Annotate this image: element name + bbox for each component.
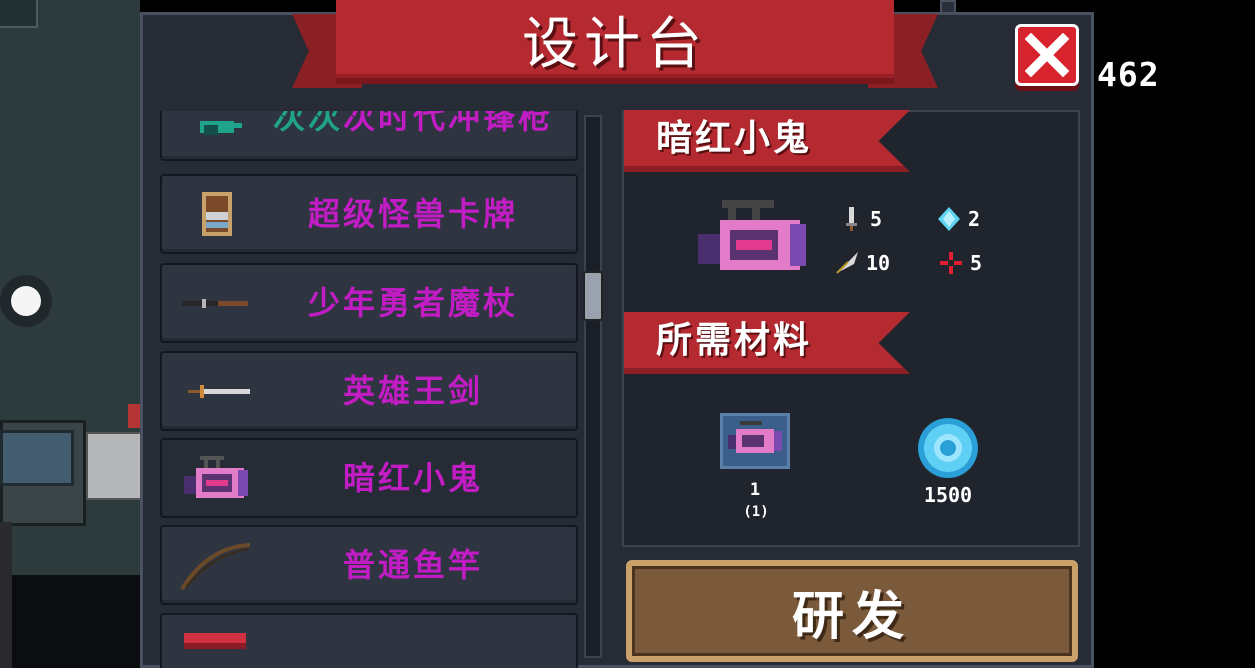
scene-wall <box>0 522 12 668</box>
scrollbar-thumb[interactable] <box>583 271 603 321</box>
gem-counter: 462 <box>1097 55 1160 94</box>
scene-console-screen <box>0 430 74 486</box>
weapon-name: 暗红小鬼 <box>656 118 813 159</box>
dialog-title: 设计台 <box>522 11 708 77</box>
scene-dark-floor <box>0 575 140 668</box>
wand-icon <box>182 299 248 308</box>
blueprint-required-count: 1 <box>749 480 761 500</box>
stat-precision-value: 5 <box>970 251 983 275</box>
close-x-icon[interactable] <box>1025 33 1069 77</box>
stat-precision: 5 <box>938 250 982 276</box>
weapon-name-ribbon: 暗红小鬼 <box>624 110 910 172</box>
stat-energy-value: 2 <box>968 207 981 231</box>
fishing-rod-icon <box>180 543 251 591</box>
smg-icon <box>200 121 242 135</box>
stat-attack-value: 5 <box>870 207 883 231</box>
list-item-selected[interactable]: 暗红小鬼 <box>160 438 578 518</box>
camera-gun-icon <box>184 456 248 498</box>
stat-crit: 10 <box>834 250 890 276</box>
red-weapon-icon <box>184 633 246 649</box>
item-name: 超级怪兽卡牌 <box>307 195 518 233</box>
title-ribbon: 设计台 <box>292 0 938 98</box>
feather-icon <box>836 252 858 274</box>
camera-gun-icon <box>698 200 806 270</box>
item-name: 英雄王剑 <box>342 372 483 410</box>
sword-icon <box>846 207 857 231</box>
craft-button-label: 研发 <box>791 586 912 647</box>
blueprint-icon <box>720 413 790 469</box>
stat-energy: 2 <box>936 206 980 232</box>
materials-ribbon: 所需材料 <box>624 312 910 374</box>
item-name-prefix: 次次 <box>272 111 343 136</box>
panel-corner <box>940 0 956 14</box>
close-button[interactable] <box>1015 24 1079 86</box>
craft-button[interactable]: 研发 <box>626 560 1078 662</box>
list-item[interactable]: 次次次时代冲锋枪 <box>160 111 578 161</box>
blueprint-owned-count: (1) <box>743 504 769 520</box>
item-name <box>260 615 566 668</box>
list-item[interactable]: 超级怪兽卡牌 <box>160 174 578 254</box>
list-item[interactable]: 英雄王剑 <box>160 351 578 431</box>
ribbon-banner: 设计台 <box>336 0 894 84</box>
item-name: 普通鱼竿 <box>342 546 483 584</box>
gem-cost: 1500 <box>923 483 973 507</box>
energy-crystal-icon <box>938 207 960 231</box>
virtual-joystick[interactable] <box>0 275 52 327</box>
card-icon <box>202 192 232 236</box>
sword-icon <box>188 385 250 398</box>
list-item[interactable] <box>160 613 578 668</box>
joystick-knob[interactable] <box>11 286 41 316</box>
scene-tile <box>0 0 38 28</box>
stat-crit-value: 10 <box>866 251 891 275</box>
gem-coin-icon <box>918 418 978 478</box>
list-item[interactable]: 少年勇者魔杖 <box>160 263 578 343</box>
crosshair-icon <box>940 252 962 274</box>
item-name: 暗红小鬼 <box>342 459 483 497</box>
list-item[interactable]: 普通鱼竿 <box>160 525 578 605</box>
item-name: 少年勇者魔杖 <box>307 284 518 322</box>
list-scrollbar[interactable] <box>584 115 602 658</box>
blueprint-list[interactable]: 次次次时代冲锋枪 超级怪兽卡牌 少年勇者魔杖 英雄王剑 暗红小鬼 普通鱼竿 <box>160 111 580 668</box>
stat-attack: 5 <box>838 206 882 232</box>
materials-heading: 所需材料 <box>656 320 813 361</box>
scene-decoration <box>128 404 140 428</box>
item-name: 次时代冲锋枪 <box>343 111 554 136</box>
scene-machine <box>86 432 144 500</box>
